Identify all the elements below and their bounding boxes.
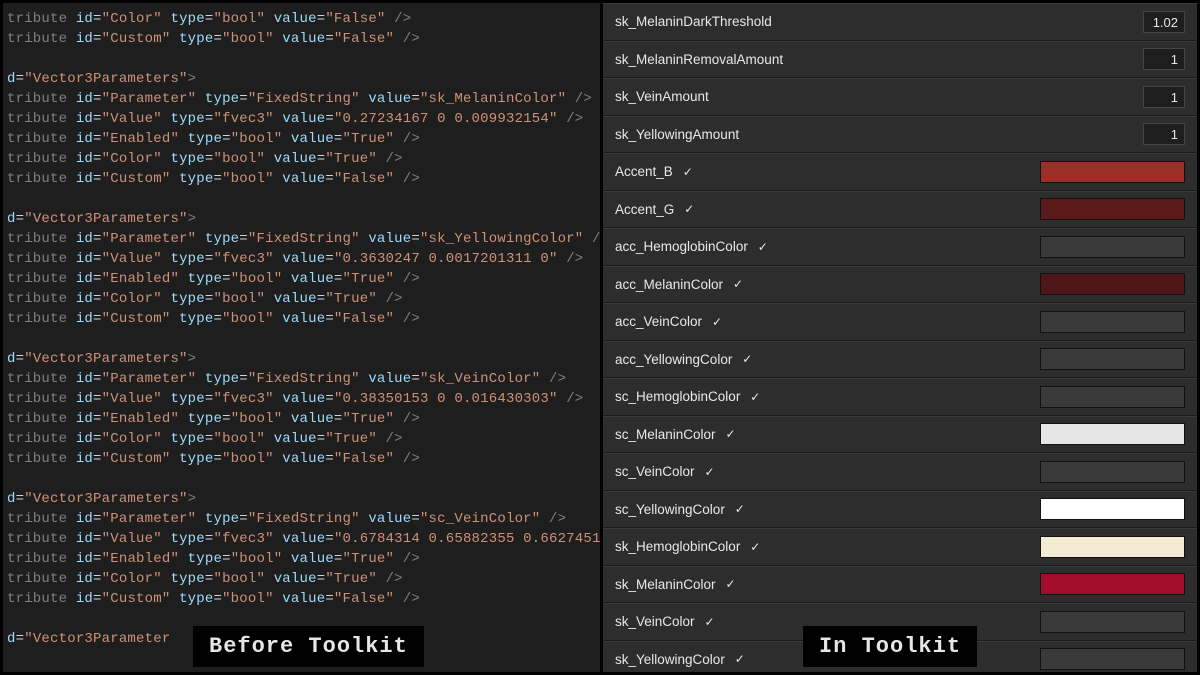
param-row-sk_MelaninRemovalAmount[interactable]: sk_MelaninRemovalAmount 1 bbox=[603, 41, 1197, 79]
param-label: sk_YellowingAmount bbox=[615, 127, 739, 142]
param-row-sk_YellowingAmount[interactable]: sk_YellowingAmount 1 bbox=[603, 116, 1197, 154]
checkbox-icon[interactable]: ✓ bbox=[724, 577, 738, 591]
param-label: sk_MelaninColor bbox=[615, 577, 716, 592]
parameter-list: sk_MelaninDarkThreshold 1.02 sk_MelaninRem… bbox=[603, 3, 1197, 672]
param-row-sc_VeinColor[interactable]: sc_VeinColor ✓ bbox=[603, 453, 1197, 491]
code-block-header: d="Vector3Parameters"> bbox=[7, 349, 600, 369]
color-swatch[interactable] bbox=[1040, 573, 1185, 595]
checkbox-icon[interactable]: ✓ bbox=[740, 352, 754, 366]
xml-code-pane: tribute id="Color" type="bool" value="Fa… bbox=[3, 3, 600, 672]
param-row-sk_HemoglobinColor[interactable]: sk_HemoglobinColor ✓ bbox=[603, 528, 1197, 566]
color-swatch[interactable] bbox=[1040, 348, 1185, 370]
code-line: tribute id="Custom" type="bool" value="F… bbox=[7, 589, 600, 609]
color-swatch[interactable] bbox=[1040, 311, 1185, 333]
color-swatch[interactable] bbox=[1040, 161, 1185, 183]
code-line: tribute id="Value" type="fvec3" value="0… bbox=[7, 109, 600, 129]
param-label: Accent_G bbox=[615, 202, 674, 217]
param-row-sk_MelaninDarkThreshold[interactable]: sk_MelaninDarkThreshold 1.02 bbox=[603, 3, 1197, 41]
numeric-input[interactable]: 1 bbox=[1143, 86, 1185, 108]
color-swatch[interactable] bbox=[1040, 611, 1185, 633]
code-line: tribute id="Color" type="bool" value="Tr… bbox=[7, 289, 600, 309]
code-line: tribute id="Custom" type="bool" value="F… bbox=[7, 309, 600, 329]
numeric-input[interactable]: 1.02 bbox=[1143, 11, 1185, 33]
color-swatch[interactable] bbox=[1040, 386, 1185, 408]
code-line: tribute id="Enabled" type="bool" value="… bbox=[7, 129, 600, 149]
code-line: tribute id="Color" type="bool" value="Tr… bbox=[7, 429, 600, 449]
code-line: tribute id="Parameter" type="FixedString… bbox=[7, 229, 600, 249]
color-swatch[interactable] bbox=[1040, 273, 1185, 295]
param-row-acc_YellowingColor[interactable]: acc_YellowingColor ✓ bbox=[603, 341, 1197, 379]
checkbox-icon[interactable]: ✓ bbox=[748, 390, 762, 404]
checkbox-icon[interactable]: ✓ bbox=[682, 202, 696, 216]
caption-before: Before Toolkit bbox=[193, 626, 424, 667]
code-line: tribute id="Parameter" type="FixedString… bbox=[7, 369, 600, 389]
param-row-sc_YellowingColor[interactable]: sc_YellowingColor ✓ bbox=[603, 491, 1197, 529]
param-label: sk_YellowingColor bbox=[615, 652, 725, 667]
color-swatch[interactable] bbox=[1040, 461, 1185, 483]
code-line: tribute id="Custom" type="bool" value="F… bbox=[7, 169, 600, 189]
param-row-sk_VeinAmount[interactable]: sk_VeinAmount 1 bbox=[603, 78, 1197, 116]
param-label: acc_YellowingColor bbox=[615, 352, 732, 367]
code-line: tribute id="Custom" type="bool" value="F… bbox=[7, 449, 600, 469]
checkbox-icon[interactable]: ✓ bbox=[710, 315, 724, 329]
param-row-acc_VeinColor[interactable]: acc_VeinColor ✓ bbox=[603, 303, 1197, 341]
checkbox-icon[interactable]: ✓ bbox=[731, 277, 745, 291]
numeric-input[interactable]: 1 bbox=[1143, 123, 1185, 145]
param-label: sk_VeinColor bbox=[615, 614, 695, 629]
checkbox-icon[interactable]: ✓ bbox=[703, 615, 717, 629]
code-line: tribute id="Value" type="fvec3" value="0… bbox=[7, 529, 600, 549]
code-listing: tribute id="Color" type="bool" value="Fa… bbox=[7, 9, 600, 649]
color-swatch[interactable] bbox=[1040, 536, 1185, 558]
code-line: tribute id="Color" type="bool" value="Tr… bbox=[7, 149, 600, 169]
code-block-header: d="Vector3Parameters"> bbox=[7, 209, 600, 229]
code-line: tribute id="Custom" type="bool" value="F… bbox=[7, 29, 600, 49]
code-line: tribute id="Color" type="bool" value="Fa… bbox=[7, 9, 600, 29]
color-swatch[interactable] bbox=[1040, 423, 1185, 445]
param-label: acc_MelaninColor bbox=[615, 277, 723, 292]
checkbox-icon[interactable]: ✓ bbox=[703, 465, 717, 479]
checkbox-icon[interactable]: ✓ bbox=[756, 240, 770, 254]
code-line: tribute id="Enabled" type="bool" value="… bbox=[7, 549, 600, 569]
code-block-header: d="Vector3Parameters"> bbox=[7, 489, 600, 509]
param-label: Accent_B bbox=[615, 164, 673, 179]
param-row-Accent_B[interactable]: Accent_B ✓ bbox=[603, 153, 1197, 191]
code-line: tribute id="Color" type="bool" value="Tr… bbox=[7, 569, 600, 589]
caption-in-toolkit: In Toolkit bbox=[803, 626, 977, 667]
color-swatch[interactable] bbox=[1040, 498, 1185, 520]
param-label: sc_YellowingColor bbox=[615, 502, 725, 517]
checkbox-icon[interactable]: ✓ bbox=[733, 652, 747, 666]
code-line: tribute id="Value" type="fvec3" value="0… bbox=[7, 389, 600, 409]
color-swatch[interactable] bbox=[1040, 198, 1185, 220]
param-row-sc_MelaninColor[interactable]: sc_MelaninColor ✓ bbox=[603, 416, 1197, 454]
param-label: acc_VeinColor bbox=[615, 314, 702, 329]
param-row-acc_MelaninColor[interactable]: acc_MelaninColor ✓ bbox=[603, 266, 1197, 304]
checkbox-icon[interactable]: ✓ bbox=[733, 502, 747, 516]
code-block-header: d="Vector3Parameters"> bbox=[7, 69, 600, 89]
color-swatch[interactable] bbox=[1040, 648, 1185, 670]
param-label: sk_MelaninDarkThreshold bbox=[615, 14, 772, 29]
param-label: sc_MelaninColor bbox=[615, 427, 716, 442]
param-row-Accent_G[interactable]: Accent_G ✓ bbox=[603, 191, 1197, 229]
param-label: sk_VeinAmount bbox=[615, 89, 709, 104]
param-row-acc_HemoglobinColor[interactable]: acc_HemoglobinColor ✓ bbox=[603, 228, 1197, 266]
param-row-sk_MelaninColor[interactable]: sk_MelaninColor ✓ bbox=[603, 566, 1197, 604]
toolkit-pane: sk_MelaninDarkThreshold 1.02 sk_MelaninRem… bbox=[600, 3, 1197, 672]
color-swatch[interactable] bbox=[1040, 236, 1185, 258]
param-label: sc_HemoglobinColor bbox=[615, 389, 740, 404]
param-label: acc_HemoglobinColor bbox=[615, 239, 748, 254]
code-line: tribute id="Value" type="fvec3" value="0… bbox=[7, 249, 600, 269]
param-label: sk_MelaninRemovalAmount bbox=[615, 52, 783, 67]
checkbox-icon[interactable]: ✓ bbox=[748, 540, 762, 554]
code-line: tribute id="Enabled" type="bool" value="… bbox=[7, 409, 600, 429]
param-label: sc_VeinColor bbox=[615, 464, 695, 479]
checkbox-icon[interactable]: ✓ bbox=[681, 165, 695, 179]
checkbox-icon[interactable]: ✓ bbox=[724, 427, 738, 441]
param-label: sk_HemoglobinColor bbox=[615, 539, 740, 554]
code-line: tribute id="Parameter" type="FixedString… bbox=[7, 89, 600, 109]
code-line: tribute id="Parameter" type="FixedString… bbox=[7, 509, 600, 529]
code-line: tribute id="Enabled" type="bool" value="… bbox=[7, 269, 600, 289]
numeric-input[interactable]: 1 bbox=[1143, 48, 1185, 70]
param-row-sc_HemoglobinColor[interactable]: sc_HemoglobinColor ✓ bbox=[603, 378, 1197, 416]
